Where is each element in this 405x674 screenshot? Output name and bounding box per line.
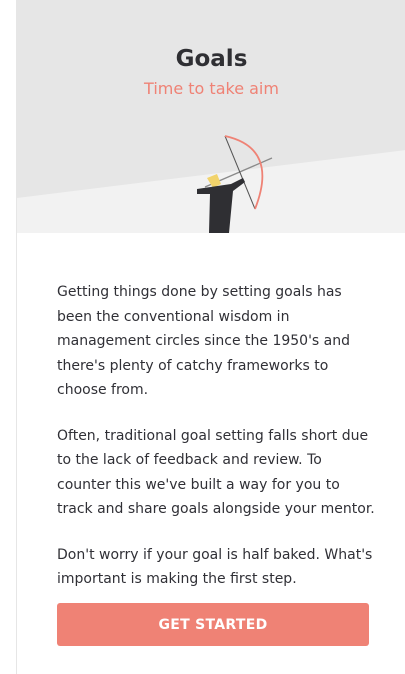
intro-paragraph: Getting things done by setting goals has…	[57, 284, 351, 398]
intro-paragraph: Often, traditional goal setting falls sh…	[57, 427, 375, 518]
hero-banner: Goals Time to take aim	[17, 0, 405, 233]
page-title: Goals	[175, 46, 248, 72]
get-started-button[interactable]: GET STARTED	[57, 603, 369, 646]
page-subtitle: Time to take aim	[144, 79, 279, 98]
goals-card: Goals Time to take aim Getting things do…	[16, 0, 405, 674]
intro-paragraph: Don't worry if your goal is half baked. …	[57, 546, 373, 588]
archer-illustration-icon	[197, 135, 273, 233]
intro-content: Getting things done by setting goals has…	[57, 280, 375, 613]
